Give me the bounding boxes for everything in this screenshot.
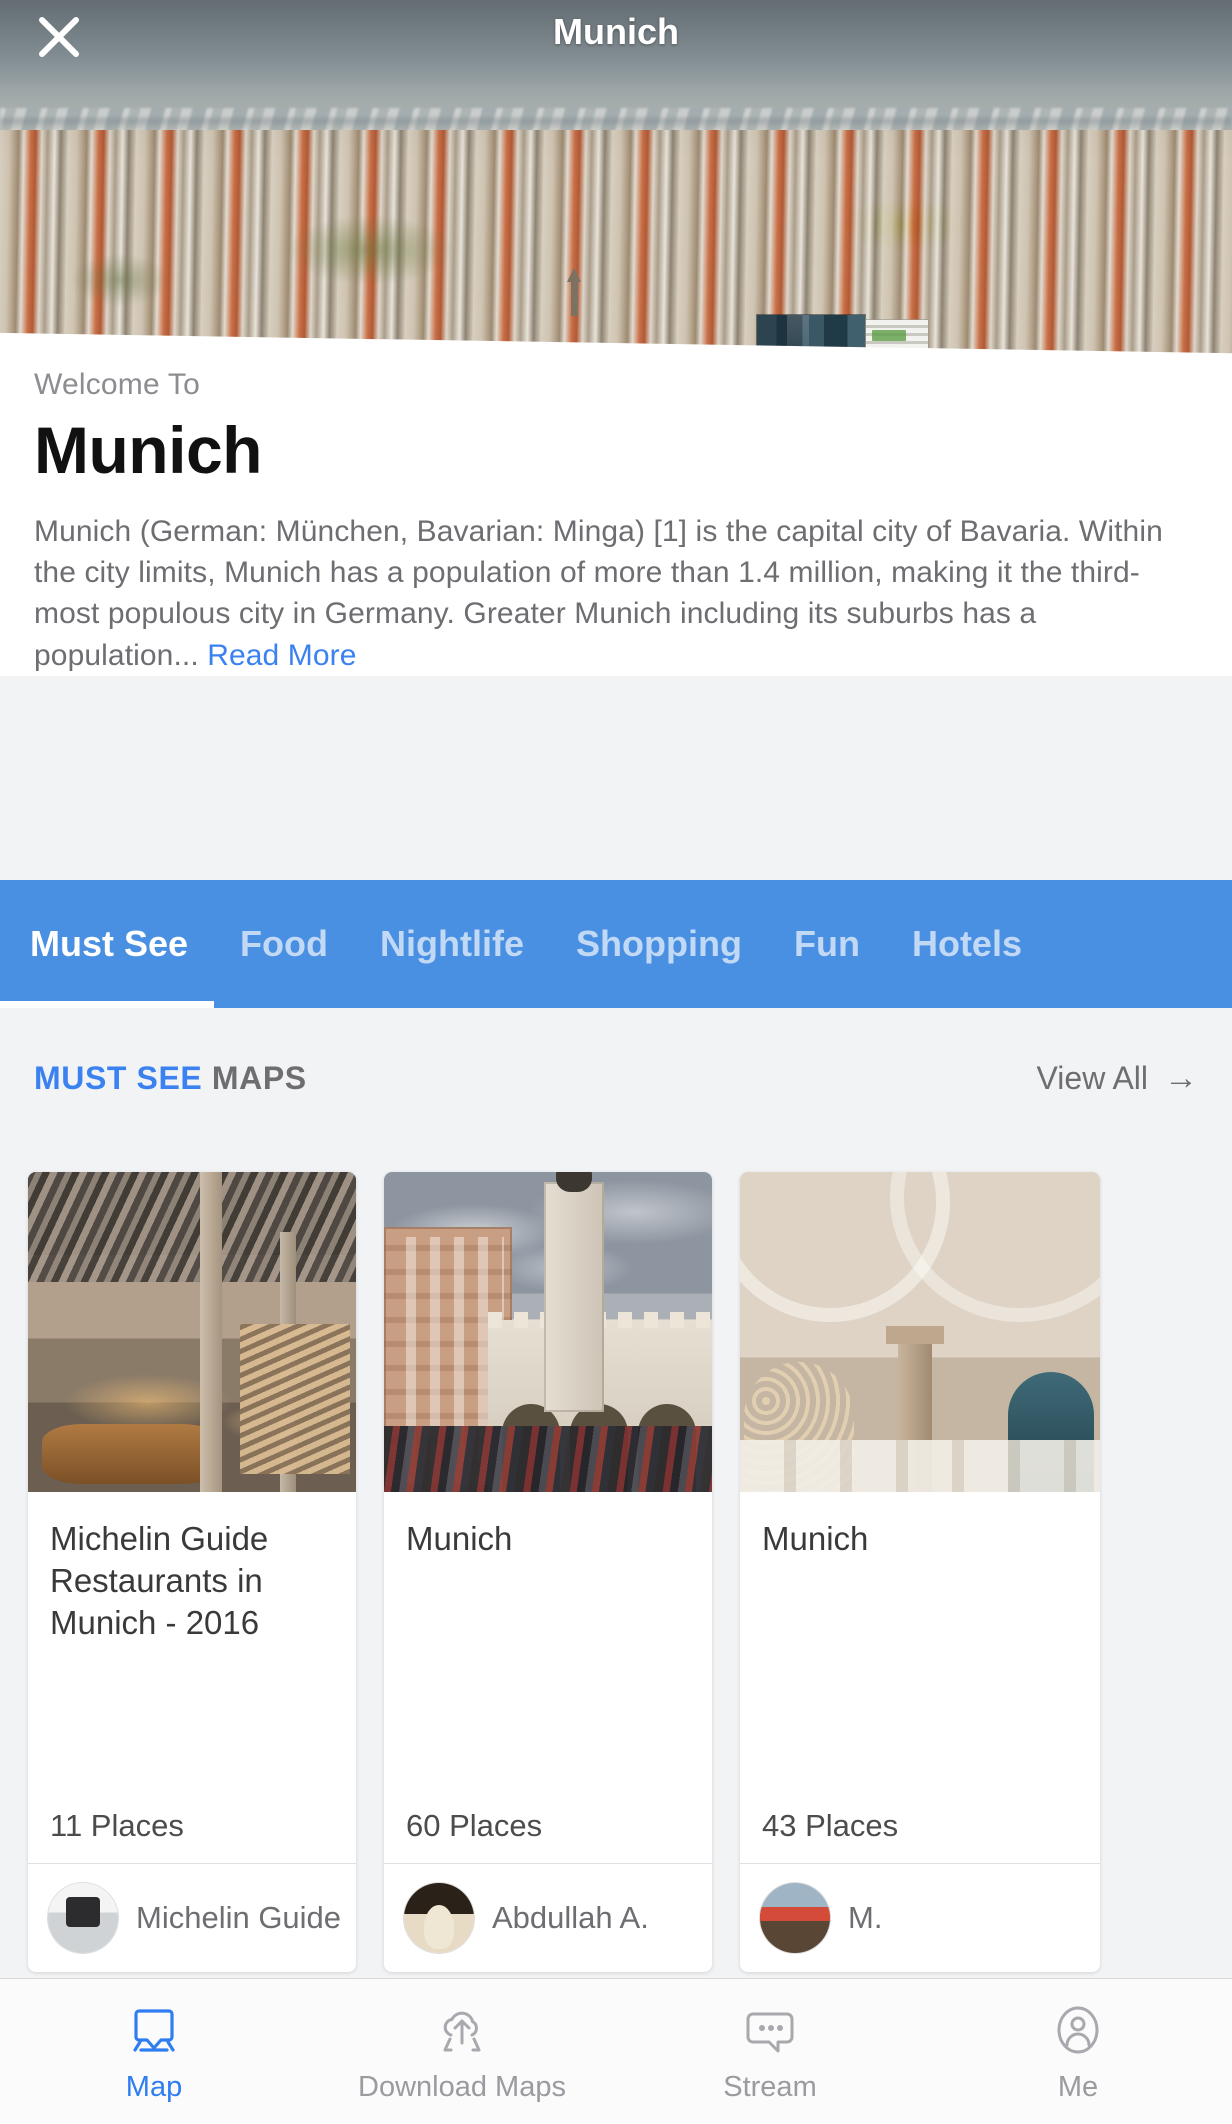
nav-item-me[interactable]: Me	[924, 1979, 1232, 2124]
map-card[interactable]: Munich 43 Places M.	[740, 1172, 1100, 1972]
view-all-button[interactable]: View All →	[1037, 1060, 1198, 1097]
welcome-label: Welcome To	[34, 368, 200, 401]
speech-bubble-icon	[741, 1999, 799, 2061]
card-image	[740, 1172, 1100, 1492]
card-body: Michelin Guide Restaurants in Munich - 2…	[28, 1492, 356, 1645]
bottom-navigation-bar[interactable]: Map Download Maps Stream Me	[0, 1978, 1232, 2124]
image-bar-counter	[42, 1424, 222, 1484]
tab-shopping[interactable]: Shopping	[550, 880, 768, 1008]
arrow-right-icon: →	[1164, 1059, 1198, 1097]
nav-item-download-maps[interactable]: Download Maps	[308, 1979, 616, 2124]
city-description: Munich (German: München, Bavarian: Minga…	[34, 511, 1198, 675]
card-title: Michelin Guide Restaurants in Munich - 2…	[50, 1520, 269, 1642]
card-author-row[interactable]: Abdullah A.	[404, 1864, 696, 1972]
card-author-row[interactable]: M.	[760, 1864, 1084, 1972]
card-place-count: 60 Places	[406, 1808, 543, 1843]
city-name-heading: Munich	[34, 413, 262, 487]
card-body: Munich	[384, 1492, 712, 1560]
tab-hotels[interactable]: Hotels	[886, 880, 1048, 1008]
image-tables	[740, 1440, 1100, 1492]
section-title: MUST SEE MAPS	[34, 1060, 307, 1097]
intro-section: Welcome To Munich Munich (German: Münche…	[0, 360, 1232, 676]
card-place-count: 43 Places	[762, 1808, 899, 1843]
top-bar: Munich	[0, 0, 1232, 76]
tab-nightlife[interactable]: Nightlife	[354, 880, 550, 1008]
section-header: MUST SEE MAPS View All →	[0, 1008, 1232, 1148]
nav-label-download-maps: Download Maps	[358, 2071, 566, 2103]
image-staircase	[240, 1324, 350, 1474]
card-author-name: Michelin Guide	[136, 1900, 340, 1935]
card-author-name: M.	[848, 1900, 883, 1935]
image-tower	[544, 1182, 604, 1412]
card-author-row[interactable]: Michelin Guide	[48, 1864, 340, 1972]
card-place-count: 11 Places	[50, 1808, 184, 1843]
card-author-name: Abdullah A.	[492, 1900, 649, 1935]
map-card-carousel[interactable]: Michelin Guide Restaurants in Munich - 2…	[0, 1148, 1232, 1978]
image-dome	[556, 1172, 592, 1192]
section-title-highlight: MUST SEE	[34, 1059, 203, 1096]
tab-fun[interactable]: Fun	[768, 880, 886, 1008]
nav-label-map: Map	[125, 2071, 183, 2103]
tab-must-see[interactable]: Must See	[0, 880, 215, 1008]
card-body: Munich	[740, 1492, 1100, 1560]
avatar	[48, 1883, 118, 1953]
cloud-upload-map-icon	[433, 1999, 491, 2061]
card-image	[28, 1172, 356, 1492]
page-title: Munich	[553, 11, 679, 52]
map-pin-icon	[125, 1999, 183, 2061]
nav-item-map[interactable]: Map	[0, 1979, 308, 2124]
map-card[interactable]: Michelin Guide Restaurants in Munich - 2…	[28, 1172, 356, 1972]
read-more-link[interactable]: Read More	[207, 639, 356, 672]
card-image	[384, 1172, 712, 1492]
city-detail-screen: Munich Welcome To Munich Munich (German:…	[0, 0, 1232, 2124]
map-card[interactable]: Munich 60 Places Abdullah A.	[384, 1172, 712, 1972]
avatar	[404, 1883, 474, 1953]
nav-label-me: Me	[1057, 2071, 1099, 2103]
image-vault-arch	[890, 1172, 1100, 1322]
person-circle-icon	[1049, 1999, 1107, 2061]
nav-item-stream[interactable]: Stream	[616, 1979, 924, 2124]
card-title: Munich	[406, 1520, 513, 1557]
avatar	[760, 1883, 830, 1953]
section-title-rest: MAPS	[211, 1059, 307, 1096]
nav-label-stream: Stream	[723, 2071, 817, 2103]
image-crowd	[384, 1426, 712, 1492]
description-text: Munich (German: München, Bavarian: Minga…	[34, 515, 1163, 672]
card-title: Munich	[762, 1520, 869, 1557]
category-tab-bar[interactable]: Must See Food Nightlife Shopping Fun Hot…	[0, 880, 1232, 1008]
view-all-label: View All	[1036, 1059, 1148, 1096]
tab-food[interactable]: Food	[214, 880, 354, 1008]
